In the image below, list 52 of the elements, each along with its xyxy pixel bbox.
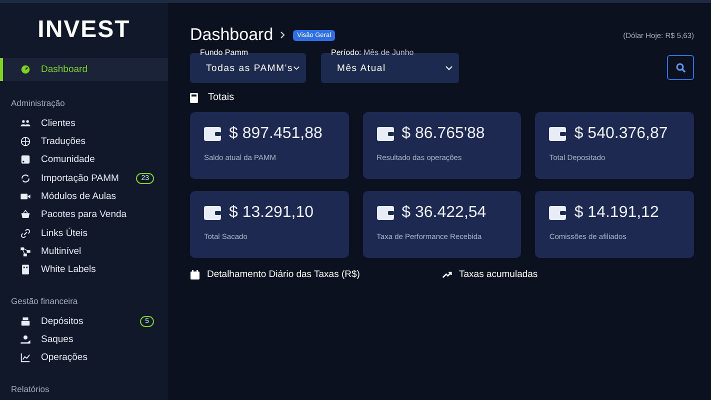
- section-title: Detalhamento Diário das Taxas (R$): [207, 269, 360, 280]
- calendar-icon: [190, 270, 200, 280]
- sidebar-label: Links Úteis: [41, 228, 88, 239]
- section-title: Taxas acumuladas: [459, 269, 538, 280]
- section-heading: Gestão financeira: [10, 295, 79, 308]
- sidebar-label: White Labels: [41, 264, 97, 276]
- sidebar-label: Dashboard: [41, 64, 88, 76]
- section-heading: Relatórios: [10, 383, 50, 396]
- sidebar-label: Pacotes para Venda: [41, 209, 128, 220]
- logo: INVEST: [36, 15, 132, 46]
- search-icon: [676, 62, 686, 72]
- sidebar-item[interactable]: Clientes: [0, 114, 168, 132]
- search-button[interactable]: [667, 55, 694, 80]
- chevron-icon: [279, 31, 288, 39]
- caret-icon: [293, 64, 300, 72]
- sidebar-item[interactable]: Pacotes para Venda: [0, 206, 168, 224]
- trend-icon: [442, 270, 452, 280]
- sidebar-item[interactable]: Traduções: [0, 132, 168, 151]
- stat-value: $ 13.291,10: [229, 204, 314, 222]
- sidebar-label: Saques: [41, 334, 74, 346]
- wallet-icon: [376, 206, 394, 220]
- sidebar-label: Comunidade: [41, 154, 96, 166]
- sidebar-label: Importação PAMM: [41, 172, 120, 184]
- sidebar-item[interactable]: White Labels: [0, 260, 168, 280]
- section-title: Totais: [208, 92, 234, 103]
- sidebar-item[interactable]: Dashboard: [0, 58, 168, 82]
- sidebar-item[interactable]: Saques: [0, 330, 168, 349]
- stat-value: $ 14.191,12: [574, 204, 659, 222]
- stat-value: $ 86.765'88: [402, 125, 485, 143]
- sidebar-label: Traduções: [41, 136, 87, 148]
- sidebar-label: Módulos de Aulas: [41, 191, 117, 202]
- caret-icon: [445, 64, 453, 72]
- sidebar-item[interactable]: Links Úteis: [0, 224, 168, 242]
- stat-value: $ 36.422,54: [402, 204, 486, 222]
- page-title: Dashboard: [190, 25, 274, 45]
- wallet-icon: [549, 206, 566, 220]
- calculator-icon: [190, 92, 198, 102]
- sidebar-label: Operações: [41, 352, 88, 364]
- stat-value: $ 540.376,87: [574, 125, 668, 143]
- wallet-icon: [204, 127, 221, 141]
- stat-value: $ 897.451,88: [229, 125, 322, 143]
- sidebar-item[interactable]: Operações: [0, 348, 168, 368]
- wallet-icon: [204, 206, 221, 220]
- wallet-icon: [376, 127, 394, 141]
- sidebar-item[interactable]: Módulos de Aulas: [0, 187, 168, 206]
- sidebar-label: Multinível: [41, 246, 82, 258]
- sidebar-label: Depósitos: [41, 316, 84, 327]
- sidebar-item[interactable]: Comunidade: [0, 150, 168, 170]
- section-heading: Administração: [10, 97, 66, 110]
- sidebar-label: Clientes: [41, 118, 76, 129]
- wallet-icon: [549, 127, 566, 141]
- sidebar-item[interactable]: Multinível: [0, 242, 168, 261]
